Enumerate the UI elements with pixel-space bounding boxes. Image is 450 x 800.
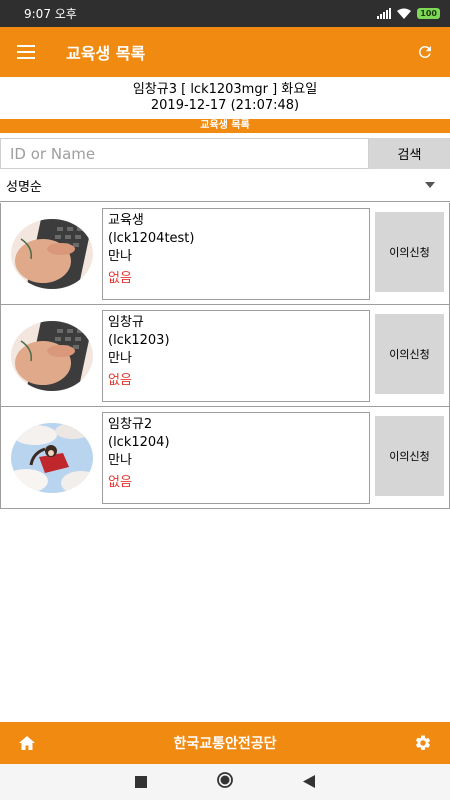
student-name: 임창규 bbox=[108, 315, 144, 330]
section-title: 교육생 목록 bbox=[0, 119, 450, 133]
student-status: 만나 bbox=[108, 249, 132, 264]
student-info: 임창규2 (lck1204) 만나 없음 bbox=[102, 412, 370, 504]
gear-icon bbox=[416, 735, 431, 750]
student-row: 교육생 (lck1204test) 만나 없음 이의신청 bbox=[0, 203, 450, 305]
student-id: (lck1203) bbox=[108, 333, 170, 348]
status-time: 9:07 오후 bbox=[24, 7, 77, 21]
student-name: 임창규2 bbox=[108, 417, 153, 432]
student-row: 임창규 (lck1203) 만나 없음 이의신청 bbox=[0, 305, 450, 407]
home-button[interactable] bbox=[0, 736, 54, 750]
datetime-info: 2019-12-17 (21:07:48) bbox=[150, 98, 300, 113]
app-bar: 교육생 목록 bbox=[0, 27, 450, 77]
wifi-icon bbox=[397, 8, 412, 19]
search-button[interactable]: 검색 bbox=[369, 138, 450, 169]
student-list: 교육생 (lck1204test) 만나 없음 이의신청 임창규 (lck120… bbox=[0, 203, 450, 509]
back-icon bbox=[303, 774, 315, 788]
back-button[interactable] bbox=[303, 773, 315, 792]
dropdown-arrow-icon bbox=[410, 182, 450, 188]
student-result: 없음 bbox=[108, 475, 132, 490]
organization-name: 한국교통안전공단 bbox=[173, 736, 277, 752]
avatar bbox=[11, 423, 93, 493]
student-result: 없음 bbox=[108, 271, 132, 286]
refresh-button[interactable] bbox=[400, 27, 450, 77]
student-result: 없음 bbox=[108, 373, 132, 388]
appeal-button[interactable]: 이의신청 bbox=[375, 416, 444, 496]
student-row: 임창규2 (lck1204) 만나 없음 이의신청 bbox=[0, 407, 450, 509]
menu-icon bbox=[17, 45, 35, 59]
battery-indicator: 100 bbox=[417, 8, 440, 19]
home-circle-icon bbox=[217, 772, 233, 788]
home-nav-button[interactable] bbox=[217, 772, 233, 792]
recents-button[interactable] bbox=[135, 773, 147, 792]
page-title: 교육생 목록 bbox=[66, 44, 146, 63]
student-status: 만나 bbox=[108, 351, 132, 366]
student-status: 만나 bbox=[108, 453, 132, 468]
appeal-button[interactable]: 이의신청 bbox=[375, 314, 444, 394]
avatar bbox=[11, 321, 93, 391]
student-name: 교육생 bbox=[108, 213, 144, 228]
home-icon bbox=[19, 736, 35, 750]
status-icons: 100 bbox=[377, 8, 440, 19]
settings-button[interactable] bbox=[396, 734, 450, 752]
menu-button[interactable] bbox=[0, 27, 52, 77]
student-info: 교육생 (lck1204test) 만나 없음 bbox=[102, 208, 370, 300]
search-input[interactable] bbox=[0, 138, 369, 169]
sort-dropdown[interactable]: 성명순 bbox=[0, 169, 450, 202]
refresh-icon bbox=[418, 45, 431, 58]
student-info: 임창규 (lck1203) 만나 없음 bbox=[102, 310, 370, 402]
recents-icon bbox=[135, 775, 147, 788]
sort-selected-value: 성명순 bbox=[6, 179, 42, 195]
student-id: (lck1204test) bbox=[108, 231, 195, 246]
user-info: 임창규3 [ lck1203mgr ] 화요일 bbox=[132, 82, 318, 97]
appeal-button[interactable]: 이의신청 bbox=[375, 212, 444, 292]
student-id: (lck1204) bbox=[108, 435, 170, 450]
system-navigation-bar bbox=[0, 764, 450, 800]
search-row: 검색 bbox=[0, 138, 450, 169]
avatar bbox=[11, 219, 93, 289]
signal-icon bbox=[377, 8, 392, 19]
status-bar: 9:07 오후 100 bbox=[0, 0, 450, 27]
bottom-bar: 한국교통안전공단 bbox=[0, 722, 450, 764]
